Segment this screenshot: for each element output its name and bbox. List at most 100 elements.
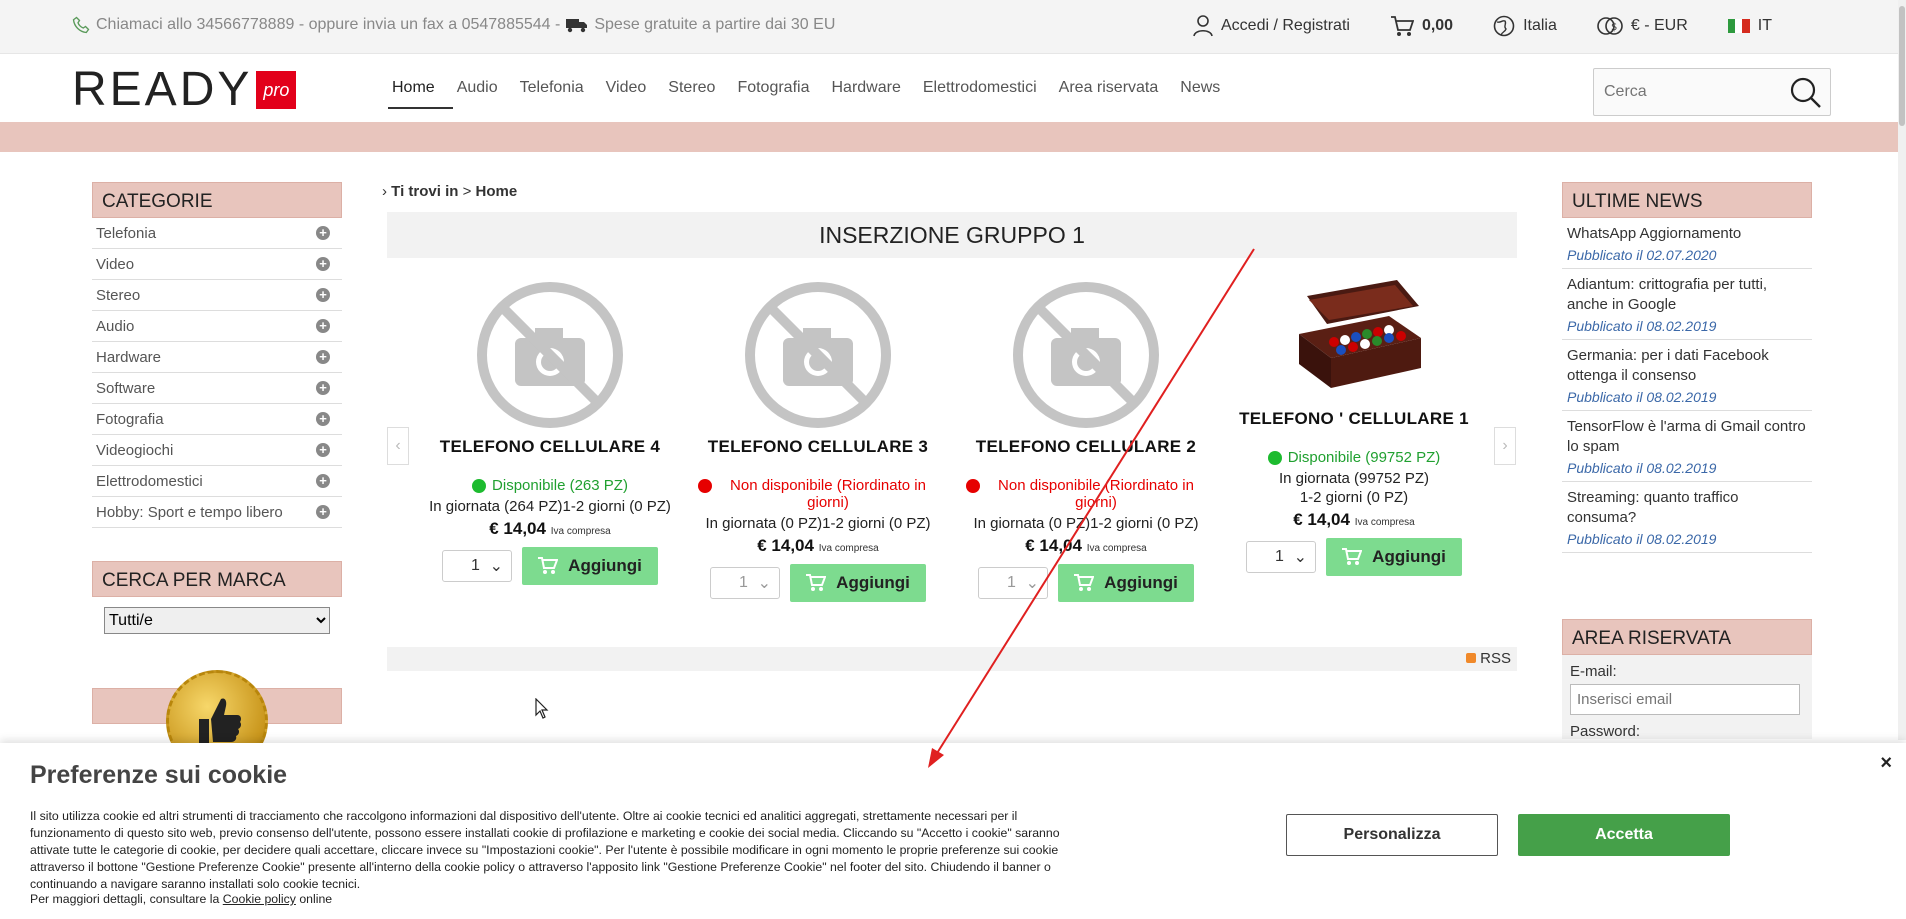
nav-fotografia[interactable]: Fotografia	[733, 79, 827, 109]
product-name[interactable]: TELEFONO ' CELLULARE 1	[1224, 409, 1484, 429]
search-icon[interactable]	[1790, 77, 1822, 109]
category-item[interactable]: Videogiochi +	[92, 435, 342, 466]
header: READY pro Home Audio Telefonia Video Ste…	[0, 54, 1906, 122]
carousel-prev-button[interactable]: ‹	[387, 427, 409, 465]
add-to-cart-button[interactable]: Aggiungi	[1058, 564, 1194, 602]
nav-news[interactable]: News	[1176, 79, 1238, 109]
cart-add-icon	[538, 557, 559, 574]
brand-select[interactable]: Tutti/e	[104, 607, 330, 634]
expand-plus-icon[interactable]: +	[316, 505, 330, 519]
chevron-down-icon: ⌄	[489, 558, 503, 575]
category-item[interactable]: Video +	[92, 249, 342, 280]
news-panel: ULTIME NEWS WhatsApp Aggiornamento Pubbli…	[1562, 182, 1812, 553]
scrollbar-thumb[interactable]	[1899, 6, 1905, 126]
nav-hardware[interactable]: Hardware	[827, 79, 918, 109]
category-item[interactable]: Hardware +	[92, 342, 342, 373]
chevron-right-icon: ›	[1502, 437, 1508, 454]
category-item[interactable]: Audio +	[92, 311, 342, 342]
product-card: TELEFONO ' CELLULARE 1 Disponibile (9975…	[1224, 276, 1484, 576]
expand-plus-icon[interactable]: +	[316, 381, 330, 395]
currency-selector[interactable]: $ € - EUR	[1597, 15, 1688, 37]
add-to-cart-button[interactable]: Aggiungi	[522, 547, 658, 585]
expand-plus-icon[interactable]: +	[316, 474, 330, 488]
product-name[interactable]: TELEFONO CELLULARE 2	[956, 437, 1216, 457]
search-input[interactable]	[1594, 69, 1784, 115]
unavailable-dot-icon	[966, 479, 980, 493]
stock-info: In giornata (264 PZ)1-2 giorni (0 PZ)	[429, 498, 671, 515]
cart-add-icon	[806, 574, 827, 591]
nav-audio[interactable]: Audio	[453, 79, 516, 109]
email-field[interactable]	[1570, 684, 1800, 715]
page-scrollbar[interactable]	[1898, 0, 1906, 740]
price: € 14,04 Iva compresa	[1293, 510, 1415, 529]
nav-area-riservata[interactable]: Area riservata	[1055, 79, 1177, 109]
nav-telefonia[interactable]: Telefonia	[516, 79, 602, 109]
product-name[interactable]: TELEFONO CELLULARE 4	[420, 437, 680, 457]
cart-add-icon	[1342, 548, 1363, 565]
quantity-select[interactable]: 1 ⌄	[978, 567, 1048, 599]
shipping-text: Spese gratuite a partire dai 30 EU	[594, 16, 836, 33]
nav-home[interactable]: Home	[388, 79, 453, 109]
country-selector[interactable]: Italia	[1493, 15, 1557, 37]
quantity-select[interactable]: 1 ⌄	[1246, 541, 1316, 573]
cart-link[interactable]: 0,00	[1390, 15, 1453, 37]
availability: Disponibile (99752 PZ)	[1224, 449, 1484, 466]
category-item[interactable]: Software +	[92, 373, 342, 404]
carousel-next-button[interactable]: ›	[1494, 427, 1516, 465]
logo-text: READY	[72, 63, 253, 116]
nav-video[interactable]: Video	[602, 79, 665, 109]
search-box	[1593, 68, 1831, 116]
email-label: E-mail:	[1570, 663, 1617, 680]
password-label: Password:	[1570, 723, 1641, 740]
add-to-cart-button[interactable]: Aggiungi	[790, 564, 926, 602]
expand-plus-icon[interactable]: +	[316, 226, 330, 240]
expand-plus-icon[interactable]: +	[316, 412, 330, 426]
add-to-cart-button[interactable]: Aggiungi	[1326, 538, 1462, 576]
quantity-select[interactable]: 1 ⌄	[442, 550, 512, 582]
site-logo[interactable]: READY pro	[72, 63, 372, 116]
user-icon	[1193, 15, 1213, 37]
login-link[interactable]: Accedi / Registrati	[1193, 15, 1350, 37]
category-item[interactable]: Hobby: Sport e tempo libero +	[92, 497, 342, 528]
customize-button[interactable]: Personalizza	[1286, 814, 1498, 856]
no-image-camera-icon[interactable]	[1011, 280, 1161, 430]
news-item[interactable]: TensorFlow è l'arma di Gmail contro lo s…	[1562, 411, 1812, 482]
no-image-camera-icon[interactable]	[475, 280, 625, 430]
category-item[interactable]: Fotografia +	[92, 404, 342, 435]
poker-case-image[interactable]	[1279, 276, 1429, 402]
price: € 14,04 Iva compresa	[757, 536, 879, 555]
contact-text: Chiamaci allo 34566778889 - oppure invia…	[96, 16, 561, 33]
no-image-camera-icon[interactable]	[743, 280, 893, 430]
category-item[interactable]: Stereo +	[92, 280, 342, 311]
breadcrumb-current[interactable]: Home	[476, 183, 518, 200]
main-nav: Home Audio Telefonia Video Stereo Fotogr…	[388, 79, 1238, 109]
expand-plus-icon[interactable]: +	[316, 257, 330, 271]
logo-suffix: pro	[256, 71, 297, 109]
categories-title: CATEGORIE	[92, 182, 342, 218]
product-name[interactable]: TELEFONO CELLULARE 3	[688, 437, 948, 457]
news-item[interactable]: Germania: per i dati Facebook ottenga il…	[1562, 340, 1812, 411]
rss-link[interactable]: RSS	[1466, 650, 1511, 667]
quantity-select[interactable]: 1 ⌄	[710, 567, 780, 599]
cookie-text: Il sito utilizza cookie ed altri strumen…	[30, 809, 1060, 891]
availability: Non disponibile (Riordinato in giorni)	[688, 477, 948, 511]
expand-plus-icon[interactable]: +	[316, 443, 330, 457]
news-item[interactable]: Adiantum: crittografia per tutti, anche …	[1562, 269, 1812, 340]
expand-plus-icon[interactable]: +	[316, 319, 330, 333]
availability: Disponibile (263 PZ)	[420, 477, 680, 494]
expand-plus-icon[interactable]: +	[316, 350, 330, 364]
cart-icon	[1390, 16, 1414, 36]
news-item[interactable]: WhatsApp Aggiornamento Pubblicato il 02.0…	[1562, 218, 1812, 269]
accept-button[interactable]: Accetta	[1518, 814, 1730, 856]
close-icon[interactable]: ×	[1880, 752, 1892, 775]
nav-stereo[interactable]: Stereo	[664, 79, 733, 109]
category-item[interactable]: Telefonia +	[92, 218, 342, 249]
nav-elettrodomestici[interactable]: Elettrodomestici	[919, 79, 1055, 109]
rss-bar: RSS	[387, 647, 1517, 671]
globe-icon	[1493, 15, 1515, 37]
language-selector[interactable]: IT	[1727, 17, 1772, 35]
news-item[interactable]: Streaming: quanto traffico consuma? Pubbl…	[1562, 482, 1812, 553]
category-item[interactable]: Elettrodomestici +	[92, 466, 342, 497]
cookie-policy-link[interactable]: Cookie policy	[223, 892, 296, 906]
expand-plus-icon[interactable]: +	[316, 288, 330, 302]
